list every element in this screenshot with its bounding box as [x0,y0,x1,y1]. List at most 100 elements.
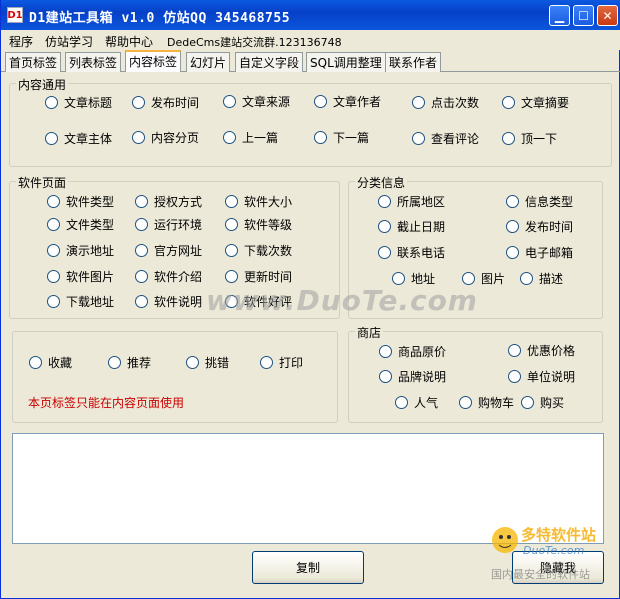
option-label: 品牌说明 [398,370,447,384]
option-label: 官方网址 [154,244,203,258]
radio-option[interactable]: 下载次数 [225,242,292,259]
radio-option[interactable]: 推荐 [108,354,151,371]
radio-option[interactable]: 文件类型 [47,216,114,233]
radio-circle [108,356,121,369]
radio-circle [506,246,519,259]
minimize-button[interactable]: ▁ [549,5,570,26]
radio-option[interactable]: 人气 [395,394,438,411]
option-label: 挑错 [205,356,230,370]
radio-circle [135,244,148,257]
option-label: 人气 [414,396,439,410]
radio-option[interactable]: 官方网址 [135,242,202,259]
radio-option[interactable]: 演示地址 [47,242,114,259]
radio-circle [45,132,58,145]
radio-option[interactable]: 优惠价格 [508,342,575,359]
radio-circle [29,356,42,369]
copy-button[interactable]: 复制 [252,551,364,584]
radio-circle [508,370,521,383]
radio-option[interactable]: 内容分页 [132,129,199,146]
option-label: 信息类型 [525,195,574,209]
menu-group[interactable]: DedeCms建站交流群.123136748 [167,34,342,50]
radio-circle [506,220,519,233]
radio-circle [135,195,148,208]
tab-sql[interactable]: SQL调用整理 [306,52,386,72]
radio-circle [260,356,273,369]
radio-option[interactable]: 描述 [520,270,563,287]
tab-contact[interactable]: 联系作者 [385,52,442,72]
radio-circle [47,244,60,257]
tab-list[interactable]: 列表标签 [65,52,122,72]
minimize-icon: ▁ [554,8,565,23]
radio-option[interactable]: 信息类型 [506,193,573,210]
radio-circle [508,344,521,357]
option-label: 更新时间 [244,270,293,284]
title-bar[interactable]: D1 D1建站工具箱 v1.0 仿站QQ 345468755 ▁ ☐ ✕ [1,0,620,30]
option-label: 点击次数 [431,96,480,110]
radio-option[interactable]: 授权方式 [135,193,202,210]
group-label: 内容通用 [16,76,69,93]
option-label: 商品原价 [398,345,447,359]
logo-brand: 多特软件站 [521,526,597,544]
tab-slideshow[interactable]: 幻灯片 [186,52,231,72]
option-label: 软件图片 [66,270,115,284]
tab-custom-field[interactable]: 自定义字段 [235,52,304,72]
close-button[interactable]: ✕ [597,5,618,26]
radio-option[interactable]: 联系电话 [378,244,445,261]
option-label: 文件类型 [66,218,115,232]
option-label: 文章摘要 [521,96,570,110]
option-label: 发布时间 [525,220,574,234]
radio-option[interactable]: 文章标题 [45,94,112,111]
radio-option[interactable]: 点击次数 [412,94,479,111]
radio-option[interactable]: 软件图片 [47,268,114,285]
radio-option[interactable]: 上一篇 [223,129,278,146]
maximize-button[interactable]: ☐ [573,5,594,26]
radio-option[interactable]: 文章摘要 [502,94,569,111]
option-label: 描述 [539,272,564,286]
tab-content[interactable]: 内容标签 [125,50,182,72]
radio-option[interactable]: 商品原价 [379,343,446,360]
option-label: 文章来源 [242,95,291,109]
radio-circle [506,195,519,208]
radio-option[interactable]: 所属地区 [378,193,445,210]
radio-option[interactable]: 品牌说明 [379,368,446,385]
radio-option[interactable]: 软件说明 [135,293,202,310]
option-label: 下载地址 [66,295,115,309]
radio-option[interactable]: 发布时间 [132,94,199,111]
radio-option[interactable]: 查看评论 [412,130,479,147]
option-label: 优惠价格 [527,344,576,358]
option-label: 文章标题 [64,96,113,110]
radio-option[interactable]: 软件大小 [225,193,292,210]
radio-option[interactable]: 文章主体 [45,130,112,147]
radio-option[interactable]: 挑错 [186,354,229,371]
radio-circle [47,295,60,308]
radio-option[interactable]: 软件介绍 [135,268,202,285]
radio-option[interactable]: 发布时间 [506,218,573,235]
radio-circle [378,220,391,233]
radio-option[interactable]: 下一篇 [314,129,369,146]
radio-option[interactable]: 软件类型 [47,193,114,210]
radio-option[interactable]: 顶一下 [502,130,557,147]
radio-option[interactable]: 运行环境 [135,216,202,233]
radio-option[interactable]: 收藏 [29,354,72,371]
radio-option[interactable]: 软件等级 [225,216,292,233]
option-label: 软件类型 [66,195,115,209]
radio-option[interactable]: 下载地址 [47,293,114,310]
radio-option[interactable]: 截止日期 [378,218,445,235]
radio-option[interactable]: 文章来源 [223,93,290,110]
menu-learn[interactable]: 仿站学习 [45,33,93,50]
radio-circle [132,131,145,144]
option-label: 软件说明 [154,295,203,309]
radio-option[interactable]: 购买 [521,394,564,411]
group-label: 商店 [355,324,384,341]
radio-option[interactable]: 单位说明 [508,368,575,385]
radio-option[interactable]: 更新时间 [225,268,292,285]
radio-option[interactable]: 电子邮箱 [506,244,573,261]
radio-circle [225,270,238,283]
menu-program[interactable]: 程序 [9,33,33,50]
radio-option[interactable]: 购物车 [459,394,514,411]
radio-option[interactable]: 文章作者 [314,93,381,110]
menu-help[interactable]: 帮助中心 [105,33,153,50]
tab-home[interactable]: 首页标签 [5,52,62,72]
radio-circle [223,131,236,144]
radio-option[interactable]: 打印 [260,354,303,371]
